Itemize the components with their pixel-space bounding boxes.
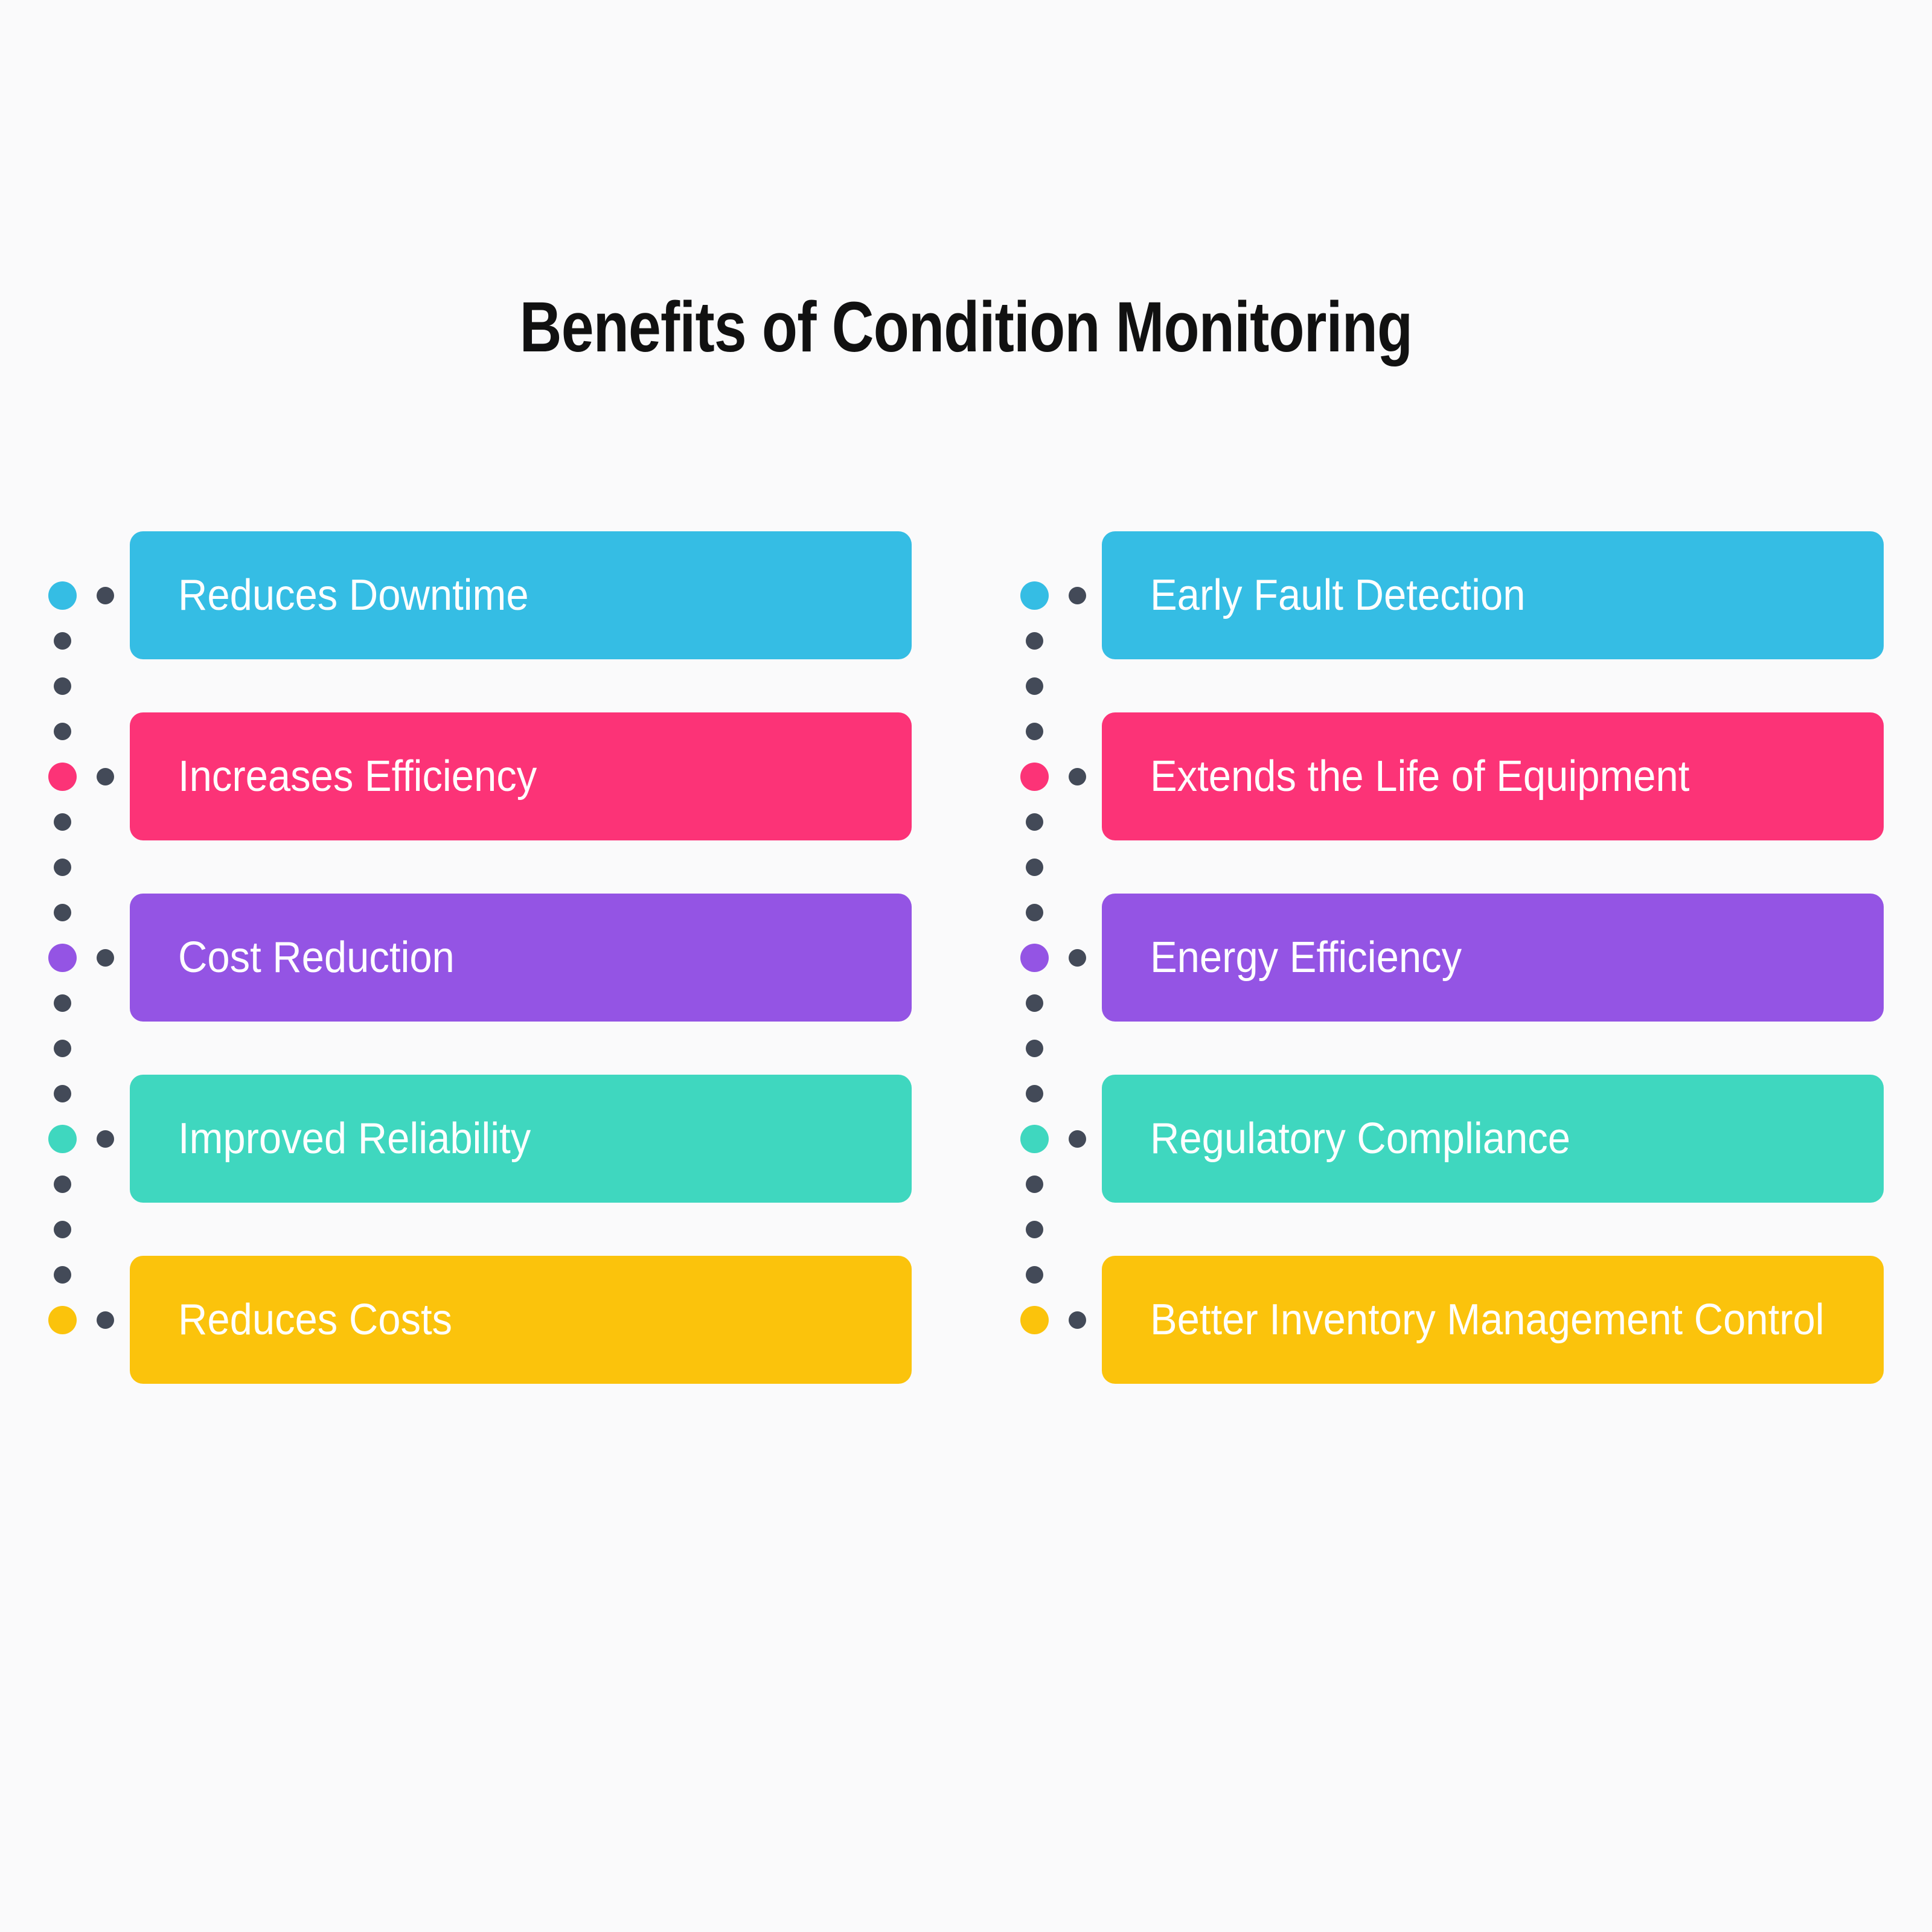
rail-marker-dot <box>1020 763 1049 791</box>
rail-marker-dot <box>48 944 77 972</box>
rail-companion-dot <box>1069 768 1086 785</box>
rail-companion-dot <box>97 949 114 967</box>
benefit-bar[interactable]: Extends the Life of Equipment <box>1102 712 1884 840</box>
rail-tick-dot <box>54 1221 71 1238</box>
rail-marker-dot <box>1020 1306 1049 1334</box>
rail-tick-dot <box>1026 677 1043 695</box>
rail-tick-dot <box>54 813 71 831</box>
left-dot-rail <box>42 531 130 1389</box>
rail-tick-dot <box>54 1085 71 1102</box>
benefit-label: Regulatory Compliance <box>1150 1114 1570 1163</box>
rail-tick-dot <box>54 994 71 1012</box>
rail-marker-dot <box>48 581 77 610</box>
right-dot-rail <box>1014 531 1102 1389</box>
rail-companion-dot <box>97 587 114 604</box>
rail-companion-dot <box>1069 587 1086 604</box>
left-bar-group: Reduces Downtime Increases Efficiency Cost… <box>130 531 915 1389</box>
rail-tick-dot <box>1026 723 1043 740</box>
rail-companion-dot <box>97 1311 114 1329</box>
benefit-label: Better Inventory Management Control <box>1150 1295 1825 1344</box>
rail-tick-dot <box>54 632 71 650</box>
benefit-label: Increases Efficiency <box>178 752 537 801</box>
rail-marker-dot <box>1020 581 1049 610</box>
rail-companion-dot <box>1069 949 1086 967</box>
rail-tick-dot <box>1026 994 1043 1012</box>
benefit-label: Reduces Costs <box>178 1295 453 1344</box>
rail-tick-dot <box>54 1176 71 1193</box>
rail-tick-dot <box>54 904 71 921</box>
benefit-bar[interactable]: Early Fault Detection <box>1102 531 1884 659</box>
benefit-bar[interactable]: Better Inventory Management Control <box>1102 1256 1884 1384</box>
benefit-bar[interactable]: Increases Efficiency <box>130 712 912 840</box>
benefit-label: Cost Reduction <box>178 933 455 982</box>
benefit-bar[interactable]: Energy Efficiency <box>1102 894 1884 1022</box>
rail-tick-dot <box>1026 859 1043 876</box>
benefit-label: Energy Efficiency <box>1150 933 1462 982</box>
rail-tick-dot <box>1026 813 1043 831</box>
rail-tick-dot <box>1026 1040 1043 1057</box>
rail-tick-dot <box>1026 1266 1043 1284</box>
benefit-label: Extends the Life of Equipment <box>1150 752 1690 801</box>
benefit-columns: Reduces Downtime Increases Efficiency Cost… <box>0 531 1932 1389</box>
rail-tick-dot <box>1026 632 1043 650</box>
rail-tick-dot <box>54 1040 71 1057</box>
left-column: Reduces Downtime Increases Efficiency Cost… <box>42 531 912 1389</box>
rail-tick-dot <box>54 1266 71 1284</box>
rail-tick-dot <box>54 859 71 876</box>
rail-tick-dot <box>1026 1221 1043 1238</box>
right-column: Early Fault Detection Extends the Life of… <box>1014 531 1884 1389</box>
infographic-canvas: Benefits of Condition Monitoring Reduces… <box>0 0 1932 1932</box>
rail-companion-dot <box>1069 1311 1086 1329</box>
rail-tick-dot <box>1026 904 1043 921</box>
rail-marker-dot <box>1020 1125 1049 1153</box>
rail-tick-dot <box>1026 1085 1043 1102</box>
benefit-label: Reduces Downtime <box>178 571 529 619</box>
right-bar-group: Early Fault Detection Extends the Life of… <box>1102 531 1887 1389</box>
page-title: Benefits of Condition Monitoring <box>519 287 1413 367</box>
rail-companion-dot <box>1069 1130 1086 1148</box>
rail-marker-dot <box>1020 944 1049 972</box>
rail-tick-dot <box>54 723 71 740</box>
benefit-bar[interactable]: Regulatory Compliance <box>1102 1075 1884 1203</box>
rail-companion-dot <box>97 768 114 785</box>
rail-tick-dot <box>1026 1176 1043 1193</box>
rail-marker-dot <box>48 763 77 791</box>
rail-tick-dot <box>54 677 71 695</box>
rail-marker-dot <box>48 1306 77 1334</box>
rail-companion-dot <box>97 1130 114 1148</box>
benefit-bar[interactable]: Improved Reliability <box>130 1075 912 1203</box>
benefit-label: Early Fault Detection <box>1150 571 1526 619</box>
benefit-bar[interactable]: Cost Reduction <box>130 894 912 1022</box>
benefit-bar[interactable]: Reduces Downtime <box>130 531 912 659</box>
benefit-bar[interactable]: Reduces Costs <box>130 1256 912 1384</box>
benefit-label: Improved Reliability <box>178 1114 531 1163</box>
rail-marker-dot <box>48 1125 77 1153</box>
